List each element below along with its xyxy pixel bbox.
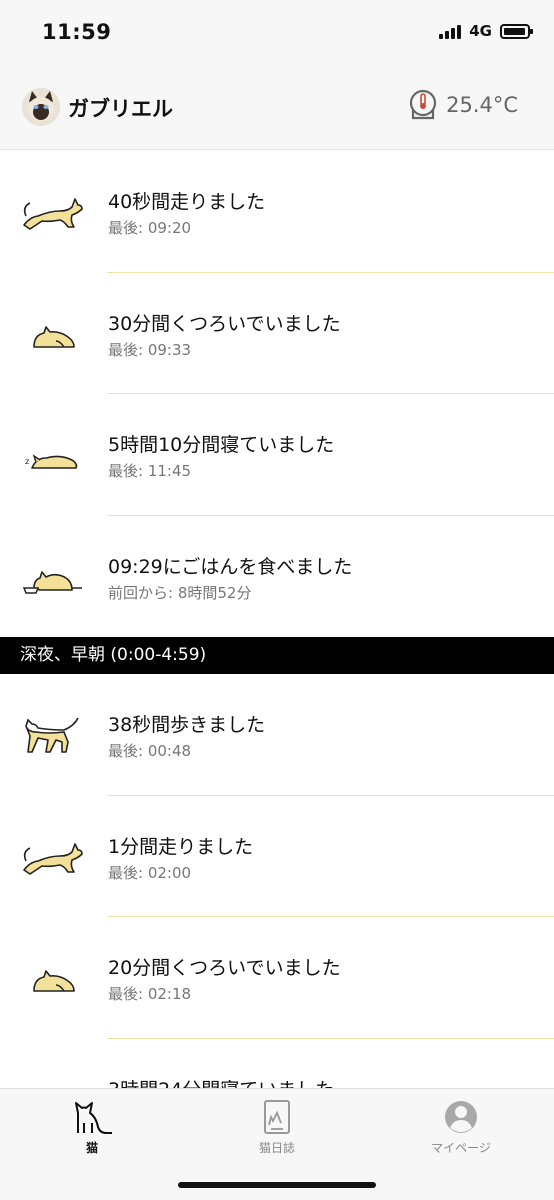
activity-title: 5時間10分間寝ていました <box>108 434 335 456</box>
cat-running-icon <box>23 198 83 230</box>
cat-walking-icon <box>25 717 79 753</box>
battery-icon <box>500 23 533 39</box>
activity-title: 1分間走りました <box>108 835 254 858</box>
activity-last-time: 最後: 11:45 <box>108 462 192 480</box>
app-header: ガブリエル 25.4°C <box>0 62 554 150</box>
cat-resting-icon <box>33 325 75 348</box>
temperature-value: 25.4°C <box>446 93 518 117</box>
status-time: 11:59 <box>42 20 112 44</box>
section-header-night: 深夜、早朝 (0:00-4:59) <box>0 637 554 674</box>
list-item[interactable]: 1分間走りました 最後: 02:00 <box>0 795 554 917</box>
activity-last-time: 最後: 09:20 <box>108 219 192 237</box>
activity-title: 40秒間走りました <box>108 191 266 213</box>
activity-title: 38秒間歩きました <box>108 714 266 736</box>
list-item[interactable]: 09:29にごはんを食べました 前回から: 8時間52分 <box>0 515 554 637</box>
activity-list: 40秒間走りました 最後: 09:20 30分間くつろいでいました 最後: 09… <box>0 151 554 1160</box>
cat-name[interactable]: ガブリエル <box>68 93 173 123</box>
svg-text:z: z <box>25 457 29 466</box>
temperature-display[interactable]: 25.4°C <box>408 88 518 122</box>
user-icon <box>445 1101 477 1133</box>
cat-avatar-icon[interactable] <box>22 88 60 126</box>
status-indicators: 4G <box>439 22 533 40</box>
activity-last-time: 最後: 02:18 <box>108 985 192 1003</box>
signal-icon <box>439 23 462 39</box>
list-item[interactable]: 20分間くつろいでいました 最後: 02:18 <box>0 917 554 1039</box>
tab-label: 猫日誌 <box>258 1141 295 1155</box>
activity-title: 09:29にごはんを食べました <box>108 555 353 578</box>
tab-cat[interactable]: 猫 <box>32 1099 152 1159</box>
activity-last-time: 最後: 02:00 <box>108 863 192 882</box>
activity-title: 20分間くつろいでいました <box>108 957 341 979</box>
activity-last-time: 最後: 00:48 <box>108 742 192 760</box>
activity-since-last: 前回から: 8時間52分 <box>108 583 252 602</box>
cat-running-icon <box>23 842 83 875</box>
activity-title: 30分間くつろいでいました <box>108 312 341 335</box>
thermo-sensor-icon <box>409 89 437 120</box>
tab-label: 猫 <box>85 1141 98 1155</box>
network-type: 4G <box>469 22 492 40</box>
tab-label: マイページ <box>431 1141 491 1155</box>
list-item[interactable]: 30分間くつろいでいました 最後: 09:33 <box>0 272 554 394</box>
home-indicator <box>178 1182 376 1188</box>
list-item[interactable]: z 5時間10分間寝ていました 最後: 11:45 <box>0 394 554 516</box>
diary-icon <box>264 1100 290 1134</box>
cat-sleeping-icon: z <box>25 454 78 469</box>
activity-last-time: 最後: 09:33 <box>108 340 192 359</box>
tab-mypage[interactable]: マイページ <box>401 1099 521 1159</box>
list-item[interactable]: 38秒間歩きました 最後: 00:48 <box>0 674 554 796</box>
list-item[interactable]: 40秒間走りました 最後: 09:20 <box>0 151 554 273</box>
cat-tab-icon <box>75 1102 112 1134</box>
cat-resting-icon <box>33 970 75 992</box>
cat-eating-icon <box>22 570 82 594</box>
status-bar: 11:59 4G <box>0 0 554 62</box>
tab-diary[interactable]: 猫日誌 <box>217 1099 337 1159</box>
